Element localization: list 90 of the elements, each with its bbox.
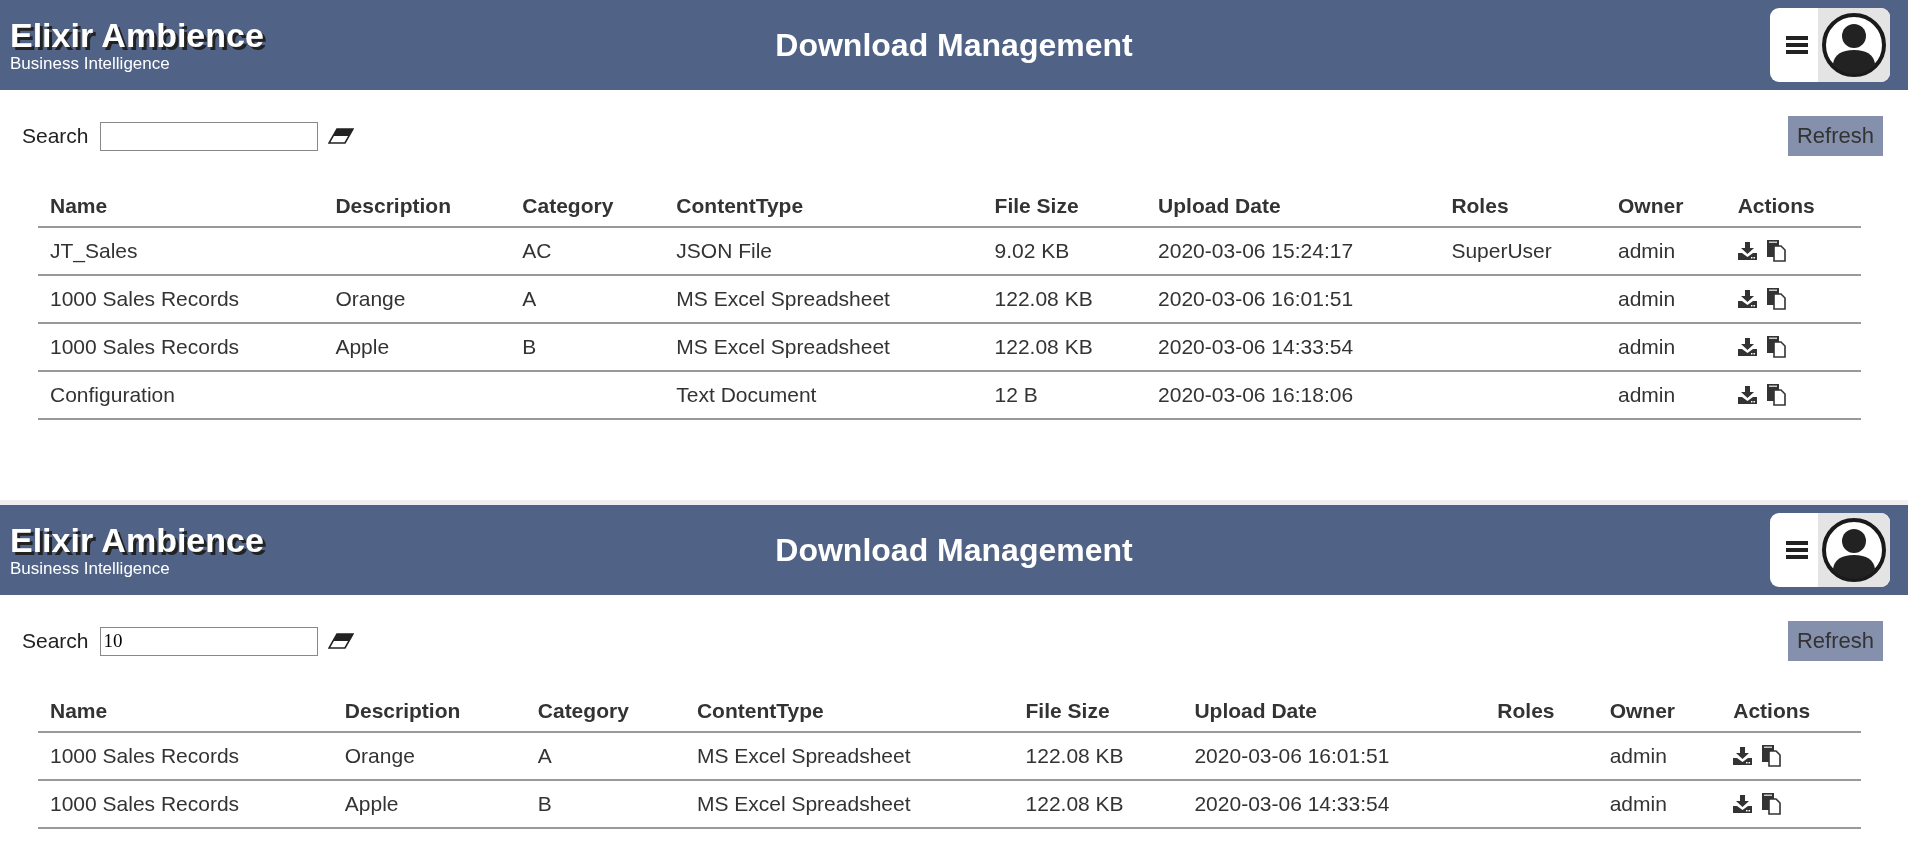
avatar-icon[interactable] [1821,517,1887,583]
column-header: Category [525,689,685,732]
table-cell: admin [1609,792,1667,815]
table-cell: 2020-03-06 15:24:17 [1158,239,1354,262]
app-subtitle: Business Intelligence [10,54,171,74]
download-icon[interactable] [1733,795,1753,813]
table-cell: 122.08 KB [1025,744,1124,767]
table-cell: JT_Sales [50,239,138,262]
table-cell: 2020-03-06 16:01:51 [1194,744,1390,767]
column-header: Owner [1605,184,1726,227]
search-label: Search [22,629,89,653]
search-field[interactable] [99,121,318,151]
table-cell: 122.08 KB [1025,792,1124,815]
download-icon[interactable] [1733,747,1753,765]
column-header: Owner [1597,689,1722,732]
download-icon[interactable] [1737,290,1757,308]
app-title: Elixir Ambience [10,16,264,54]
table-cell: admin [1617,383,1676,406]
column-header: Name [38,184,324,227]
table-cell: B [537,792,552,815]
page-title: Download Management [774,531,1134,569]
copy-icon[interactable] [1766,336,1786,358]
copy-icon[interactable] [1766,288,1786,310]
avatar-icon[interactable] [1821,12,1887,78]
table-cell: 1000 Sales Records [50,744,240,767]
table-cell: 1000 Sales Records [50,287,240,310]
column-header: Actions [1725,184,1861,227]
refresh-button[interactable]: Refresh [1787,116,1883,156]
table-cell: Configuration [50,383,175,406]
table-cell: 1000 Sales Records [50,335,240,358]
copy-icon[interactable] [1762,793,1782,815]
table-cell: Apple [344,792,399,815]
column-header: Upload Date [1146,184,1440,227]
table-cell: 2020-03-06 14:33:54 [1194,792,1390,815]
column-header: File Size [982,184,1147,227]
column-header: Category [510,184,665,227]
column-header: Name [38,689,333,732]
table-cell: JSON File [676,239,773,262]
copy-icon[interactable] [1766,240,1786,262]
table-cell: admin [1617,239,1676,262]
app-title: Elixir Ambience [10,521,264,559]
table-cell: 9.02 KB [994,239,1070,262]
table-cell: MS Excel Spreadsheet [696,792,911,815]
eraser-icon[interactable] [327,128,354,144]
table-cell: 1000 Sales Records [50,792,240,815]
table-cell: MS Excel Spreadsheet [676,335,890,358]
column-header: Actions [1721,689,1861,732]
menu-icon[interactable] [1786,35,1808,55]
page-title: Download Management [774,26,1134,64]
table-cell: 122.08 KB [994,287,1093,310]
column-header: Description [332,689,526,732]
table-cell: admin [1617,335,1676,358]
download-icon[interactable] [1737,338,1757,356]
search-field[interactable]: 10 [99,626,318,656]
download-icon[interactable] [1737,242,1757,260]
table-cell: MS Excel Spreadsheet [676,287,890,310]
column-header: ContentType [684,689,1014,732]
table-cell: admin [1617,287,1676,310]
table-cell: A [537,744,552,767]
table-cell: 2020-03-06 16:18:06 [1158,383,1354,406]
refresh-button[interactable]: Refresh [1787,621,1883,661]
column-header: Roles [1439,184,1606,227]
download-icon[interactable] [1737,386,1757,404]
table-cell: B [522,335,537,358]
table-cell: 122.08 KB [994,335,1093,358]
table-cell: MS Excel Spreadsheet [696,744,911,767]
copy-icon[interactable] [1762,745,1782,767]
table-cell: Orange [344,744,415,767]
column-header: ContentType [664,184,983,227]
column-header: Upload Date [1182,689,1486,732]
table-cell: 12 B [994,383,1038,406]
menu-icon[interactable] [1786,540,1808,560]
table-cell: AC [522,239,552,262]
copy-icon[interactable] [1766,384,1786,406]
app-subtitle: Business Intelligence [10,559,171,579]
table-cell: Apple [335,335,390,358]
table-cell: Orange [335,287,406,310]
user-menu[interactable] [1770,8,1890,82]
column-header: Roles [1485,689,1598,732]
search-label: Search [22,124,89,148]
table-cell: 2020-03-06 16:01:51 [1158,287,1354,310]
eraser-icon[interactable] [327,633,354,649]
table-cell: A [522,287,537,310]
table-cell: SuperUser [1451,239,1552,262]
table-cell: 2020-03-06 14:33:54 [1158,335,1354,358]
column-header: File Size [1013,689,1183,732]
user-menu[interactable] [1770,513,1890,587]
table-cell: admin [1609,744,1667,767]
table-cell: Text Document [676,383,817,406]
column-header: Description [323,184,511,227]
